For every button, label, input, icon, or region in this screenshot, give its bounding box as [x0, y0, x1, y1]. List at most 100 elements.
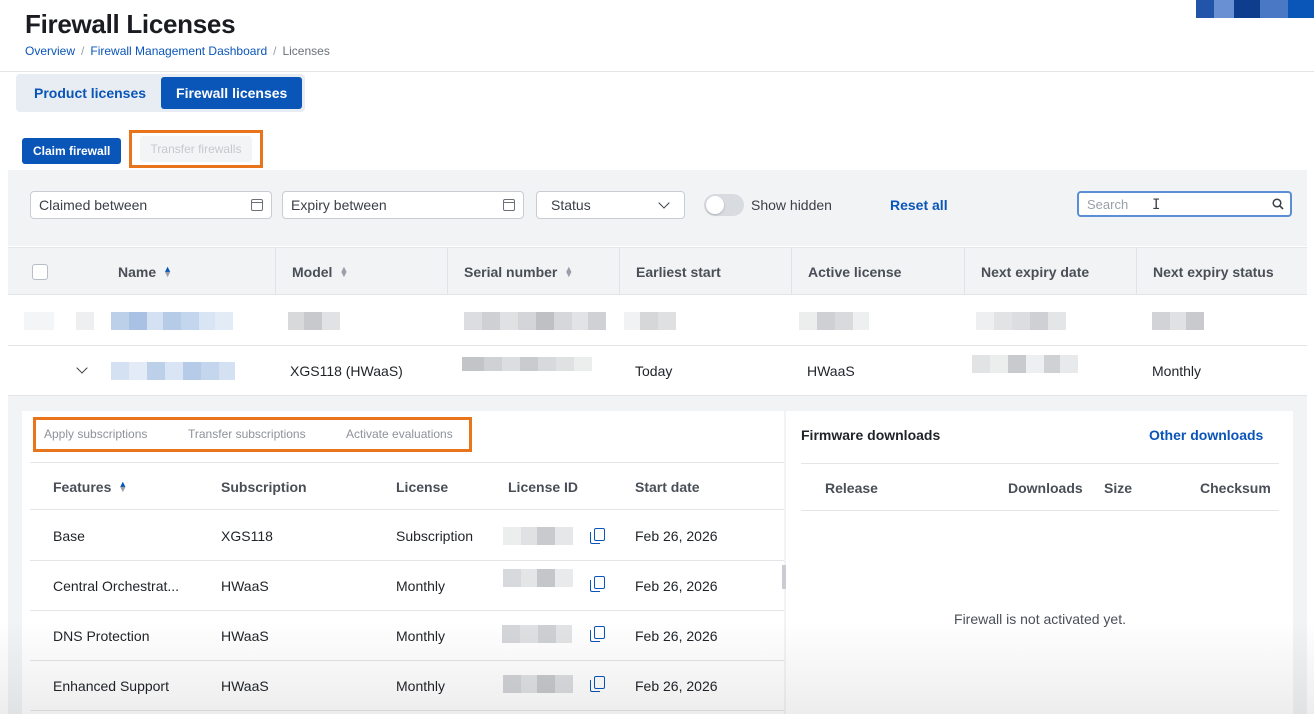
column-release[interactable]: Release	[825, 464, 878, 511]
feature-name: DNS Protection	[53, 628, 150, 644]
start-date: Feb 26, 2026	[635, 678, 718, 694]
subscription-value: HWaaS	[221, 578, 269, 594]
start-date: Feb 26, 2026	[635, 578, 718, 594]
firmware-panel	[786, 411, 1293, 714]
column-next-expiry-status[interactable]: Next expiry status	[1136, 248, 1307, 295]
sort-icon[interactable]: ▲ ▼	[339, 264, 348, 278]
breadcrumb-overview[interactable]: Overview	[25, 44, 75, 58]
column-license-id[interactable]: License ID	[508, 463, 578, 510]
redacted-license-id	[503, 659, 573, 709]
claimed-between-field[interactable]: Claimed between	[30, 191, 272, 219]
column-active-license[interactable]: Active license	[791, 248, 963, 295]
transfer-subscriptions-button[interactable]: Transfer subscriptions	[188, 427, 306, 441]
firmware-downloads-title: Firmware downloads	[801, 427, 941, 443]
column-checksum[interactable]: Checksum	[1200, 464, 1271, 511]
calendar-icon[interactable]	[251, 199, 263, 211]
column-subscription[interactable]: Subscription	[221, 463, 307, 510]
select-all-checkbox[interactable]	[32, 264, 48, 280]
table-row-expanded[interactable]: XGS118 (HWaaS) Today HWaaS Monthly	[8, 346, 1307, 396]
subscription-row: DNS Protection HWaaS Monthly Feb 26, 202…	[30, 611, 784, 661]
license-type: Monthly	[396, 678, 446, 694]
column-start-date[interactable]: Start date	[635, 463, 700, 510]
firmware-empty-message: Firewall is not activated yet.	[954, 611, 1126, 627]
other-downloads-link[interactable]: Other downloads	[1149, 427, 1263, 443]
search-input[interactable]	[1087, 196, 1267, 212]
license-type: Monthly	[396, 628, 446, 644]
row-earliest-start	[624, 296, 676, 346]
show-hidden-label: Show hidden	[751, 197, 832, 213]
copy-icon[interactable]	[590, 528, 605, 544]
page-title: Firewall Licenses	[25, 9, 236, 39]
breadcrumb-separator: /	[81, 44, 85, 58]
feature-name: Enhanced Support	[53, 678, 169, 694]
firmware-table-header: Release Downloads Size Checksum	[801, 463, 1279, 511]
table-row[interactable]	[8, 296, 1307, 346]
license-type: Subscription	[396, 528, 474, 544]
row-earliest-start: Today	[635, 363, 673, 379]
expiry-between-field[interactable]: Expiry between	[282, 191, 524, 219]
feature-name: Base	[53, 528, 85, 544]
start-date: Feb 26, 2026	[635, 528, 718, 544]
column-size[interactable]: Size	[1104, 464, 1132, 511]
reset-all-link[interactable]: Reset all	[890, 197, 948, 213]
row-next-expiry-status	[1152, 296, 1204, 346]
text-cursor-icon: I	[1152, 197, 1161, 213]
status-label: Status	[551, 197, 591, 213]
column-license[interactable]: License	[396, 463, 448, 510]
license-type: Monthly	[396, 578, 446, 594]
column-name[interactable]: Name ▲ ▼	[102, 248, 172, 295]
firewall-table-header: Name ▲ ▼ Model ▲ ▼ Serial number ▲ ▼ Earlie…	[8, 247, 1307, 295]
search-field[interactable]: I	[1077, 191, 1292, 217]
row-active-license: HWaaS	[807, 363, 855, 379]
license-tabs: Product licenses Firewall licenses	[16, 74, 306, 112]
column-features[interactable]: Features ▲ ▼	[53, 463, 127, 510]
redacted-cell	[24, 296, 94, 346]
row-model	[288, 296, 340, 346]
activate-evaluations-button[interactable]: Activate evaluations	[346, 427, 453, 441]
redacted-name[interactable]	[111, 346, 235, 396]
page-header: Firewall Licenses Overview / Firewall Ma…	[0, 0, 1314, 72]
tab-firewall-licenses[interactable]: Firewall licenses	[161, 77, 303, 109]
copy-icon[interactable]	[590, 626, 605, 642]
redacted-serial	[462, 339, 592, 389]
breadcrumb-separator: /	[273, 44, 277, 58]
column-next-expiry-date[interactable]: Next expiry date	[964, 248, 1136, 295]
subscription-row: Enhanced Support HWaaS Monthly Feb 26, 2…	[30, 661, 784, 711]
scrollbar[interactable]	[782, 565, 786, 589]
subscription-value: HWaaS	[221, 678, 269, 694]
brand-logo	[1196, 0, 1314, 18]
chevron-down-icon[interactable]	[76, 362, 88, 374]
status-select[interactable]: Status	[536, 191, 685, 219]
column-earliest-start[interactable]: Earliest start	[619, 248, 791, 295]
copy-icon[interactable]	[590, 576, 605, 592]
tab-product-licenses[interactable]: Product licenses	[19, 77, 161, 109]
copy-icon[interactable]	[590, 676, 605, 692]
sort-icon[interactable]: ▲ ▼	[118, 479, 127, 493]
subscription-value: XGS118	[221, 528, 273, 544]
claimed-between-label: Claimed between	[39, 197, 148, 213]
show-hidden-toggle[interactable]	[704, 194, 744, 216]
transfer-firewalls-button[interactable]: Transfer firewalls	[139, 136, 253, 162]
column-model[interactable]: Model ▲ ▼	[275, 248, 447, 295]
chevron-down-icon	[658, 197, 670, 209]
row-next-expiry-status: Monthly	[1152, 363, 1202, 379]
sort-icon[interactable]: ▲ ▼	[163, 264, 172, 278]
redacted-license-id	[502, 609, 572, 659]
subscriptions-table-header: Features ▲ ▼ Subscription License License…	[30, 462, 784, 510]
row-model: XGS118 (HWaaS)	[290, 363, 403, 379]
search-icon[interactable]	[1272, 198, 1284, 210]
column-serial-number[interactable]: Serial number ▲ ▼	[447, 248, 619, 295]
filter-bar: Claimed between Expiry between Status Sh…	[8, 170, 1307, 246]
breadcrumb-dashboard[interactable]: Firewall Management Dashboard	[90, 44, 267, 58]
subscription-row: Central Orchestrat... HWaaS Monthly Feb …	[30, 561, 784, 611]
redacted-name[interactable]	[111, 296, 233, 346]
apply-subscriptions-button[interactable]: Apply subscriptions	[44, 427, 147, 441]
highlight-box: Transfer firewalls	[129, 130, 263, 168]
breadcrumb: Overview / Firewall Management Dashboard…	[25, 44, 330, 58]
start-date: Feb 26, 2026	[635, 628, 718, 644]
expiry-between-label: Expiry between	[291, 197, 387, 213]
claim-firewall-button[interactable]: Claim firewall	[22, 138, 122, 164]
sort-icon[interactable]: ▲ ▼	[564, 264, 573, 278]
calendar-icon[interactable]	[503, 199, 515, 211]
column-downloads[interactable]: Downloads	[1008, 464, 1083, 511]
